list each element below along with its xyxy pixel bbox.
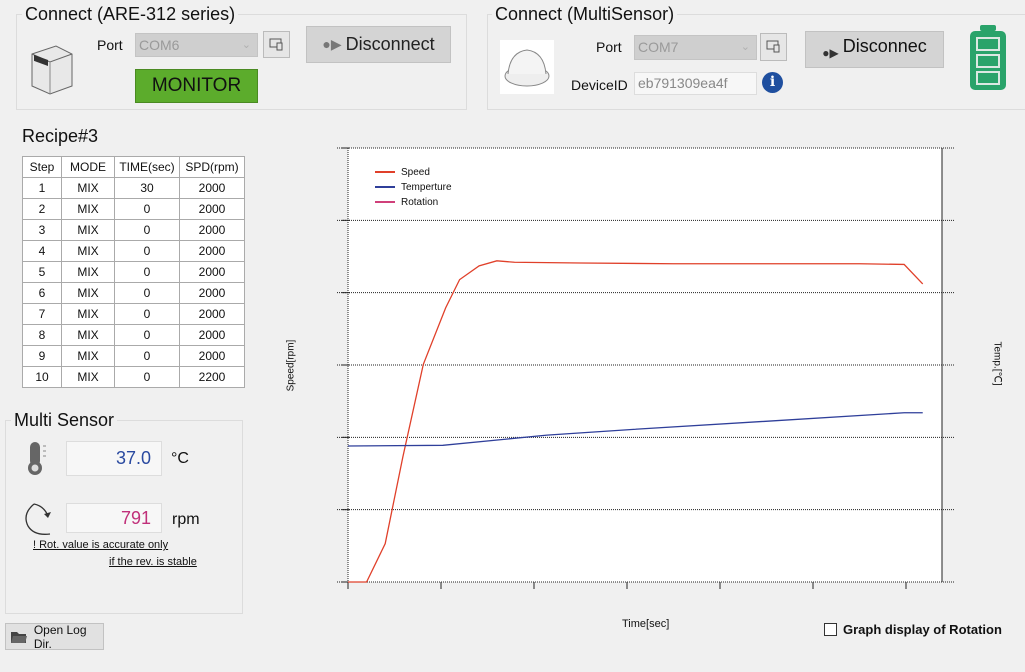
legend-swatch-temperature [375,186,395,189]
speed-temperature-chart [337,147,955,589]
legend: Speed Temperture Rotation [375,165,452,210]
legend-item-speed: Speed [375,165,452,180]
y2-axis-label: Temp.[℃] [991,341,1003,386]
legend-swatch-rotation [375,201,395,204]
rotation-graph-checkbox[interactable]: Graph display of Rotation [824,622,1002,637]
x-axis-label: Time[sec] [622,618,670,630]
checkbox-box[interactable] [824,623,837,636]
legend-swatch-speed [375,171,395,174]
legend-label: Rotation [401,197,439,208]
legend-item-temperature: Temperture [375,180,452,195]
legend-label: Speed [401,167,430,178]
legend-label: Temperture [401,182,452,193]
legend-item-rotation: Rotation [375,195,452,210]
rotation-graph-checkbox-label: Graph display of Rotation [843,622,1002,637]
y-axis-label: Speed[rpm] [285,339,297,392]
